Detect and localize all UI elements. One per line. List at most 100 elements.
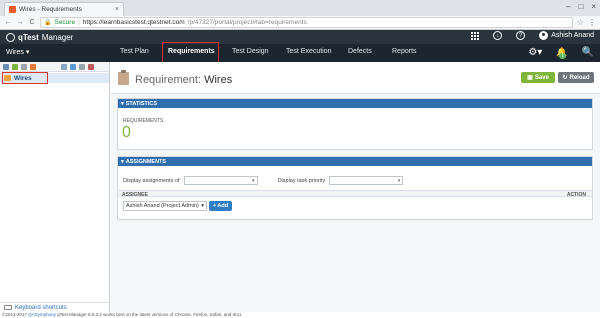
page-title-name: Wires xyxy=(204,74,233,86)
col-action: ACTION xyxy=(566,192,586,198)
delete-icon[interactable] xyxy=(88,63,94,70)
statistics-header[interactable]: ▾ STATISTICS xyxy=(118,99,592,108)
favicon-icon xyxy=(9,6,16,13)
reload-button[interactable]: ↻ Reload xyxy=(558,72,594,83)
tree-toolbar xyxy=(0,62,109,72)
chevron-down-icon: ▾ xyxy=(201,203,204,209)
qtest-logo[interactable]: qTest Manager xyxy=(6,32,74,42)
save-button[interactable]: ▣ Save xyxy=(521,72,555,83)
tab-close-icon[interactable]: × xyxy=(115,6,119,13)
tab-test-plan[interactable]: Test Plan xyxy=(120,48,149,55)
shortcuts-label: Keyboard shortcuts xyxy=(15,304,67,311)
chevron-down-icon: ▾ xyxy=(397,177,401,184)
import-icon[interactable] xyxy=(30,63,36,70)
new-folder-icon[interactable] xyxy=(3,63,9,70)
notification-badge: 1 xyxy=(559,53,567,59)
assignment-table-header: ASSIGNEE ACTION xyxy=(118,190,592,198)
display-priority-select[interactable]: ▾ xyxy=(329,176,404,185)
save-icon: ▣ xyxy=(527,75,533,81)
keyboard-shortcuts-link[interactable]: Keyboard shortcuts xyxy=(0,302,109,312)
main-content: Requirement: Wires ▣ Save ↻ Reload ▾ STA… xyxy=(111,62,600,312)
display-assignments-label: Display assignments of xyxy=(123,177,180,184)
tab-reports[interactable]: Reports xyxy=(392,48,417,55)
refresh-tree-icon[interactable] xyxy=(79,63,85,70)
clipboard-icon xyxy=(118,70,129,85)
back-button[interactable]: ← xyxy=(4,19,12,26)
save-label: Save xyxy=(534,74,549,81)
assignment-filters: Display assignments of ▾ Display task pr… xyxy=(123,176,404,185)
page-title-prefix: Requirement: xyxy=(135,74,202,86)
secure-label: Secure xyxy=(54,19,76,26)
statistics-panel: ▾ STATISTICS REQUIREMENTS 0 xyxy=(117,98,593,150)
user-menu[interactable]: Ashish Anand xyxy=(539,31,594,40)
footer: ©2013-2017 QASymphony qTest Manager 8.5.… xyxy=(0,312,600,318)
browser-tab[interactable]: Wires - Requirements × xyxy=(4,2,124,16)
app-header: qTest Manager ↓ ? Ashish Anand xyxy=(0,30,600,44)
app-grid-icon[interactable] xyxy=(471,31,480,40)
minimize-button[interactable]: – xyxy=(566,2,570,11)
nav-right-icons: ⚙▾ 🔔 1 🔍 xyxy=(528,47,594,59)
chevron-down-icon: ▾ xyxy=(252,177,255,184)
url-host: https://learnbasicstest.qtestnet.com xyxy=(82,19,185,26)
close-window-button[interactable]: × xyxy=(591,2,596,11)
tree-item-highlight xyxy=(2,72,48,84)
footer-copyright: ©2013-2017 xyxy=(2,312,27,317)
avatar xyxy=(539,31,549,40)
tab-test-execution[interactable]: Test Execution xyxy=(286,48,332,55)
logo-manager-text: Manager xyxy=(41,32,74,42)
url-separator: | xyxy=(78,19,80,26)
main-nav: Wires ▾ Test Plan Requirements Test Desi… xyxy=(0,44,600,62)
footer-text: qTest Manager 8.5.3.2 works best on the … xyxy=(55,312,242,317)
display-priority-label: Display task priority xyxy=(277,177,326,184)
tab-test-design[interactable]: Test Design xyxy=(232,48,269,55)
address-bar: ← → C 🔒 Secure | https://learnbasicstest… xyxy=(0,16,600,30)
collapse-arrow-icon: ▾ xyxy=(121,158,124,165)
notification-bell-icon[interactable]: 🔔 1 xyxy=(556,47,568,59)
logo-q-text: qTest xyxy=(18,32,39,42)
display-assignments-select[interactable]: ▾ xyxy=(183,176,258,185)
assignments-panel: ▾ ASSIGNMENTS Display assignments of ▾ D… xyxy=(117,156,593,220)
browser-tab-title: Wires - Requirements xyxy=(19,6,82,13)
collapse-arrow-icon: ▾ xyxy=(121,100,124,107)
expand-icon[interactable] xyxy=(61,63,67,70)
logo-mark-icon xyxy=(6,32,15,42)
user-name: Ashish Anand xyxy=(551,32,594,39)
requirement-tree: Wires xyxy=(0,72,109,302)
download-icon[interactable]: ↓ xyxy=(493,31,503,40)
settings-gear-icon[interactable]: ⚙▾ xyxy=(528,47,542,58)
url-input[interactable]: 🔒 Secure | https://learnbasicstest.qtest… xyxy=(40,17,573,28)
reload-icon: ↻ xyxy=(562,75,568,81)
maximize-button[interactable]: □ xyxy=(578,2,583,11)
add-assignee-button[interactable]: + Add xyxy=(209,201,232,211)
keyboard-icon xyxy=(4,305,12,310)
search-icon[interactable]: 🔍 xyxy=(582,47,594,58)
url-path: /p/47327/portal/project#tab=requirements xyxy=(187,19,307,26)
bookmark-star-icon[interactable]: ☆ xyxy=(577,18,584,27)
add-requirement-icon[interactable] xyxy=(12,63,18,70)
assignee-value: Ashish Anand (Project Admin) xyxy=(126,203,199,209)
lock-icon: 🔒 xyxy=(44,20,52,26)
requirements-tab-highlight xyxy=(162,42,219,63)
statistics-header-label: STATISTICS xyxy=(125,100,158,107)
page-title: Requirement: Wires xyxy=(135,74,232,86)
tree-panel: Wires Keyboard shortcuts xyxy=(0,62,110,312)
tab-defects[interactable]: Defects xyxy=(348,48,372,55)
reload-label: Reload xyxy=(569,74,590,81)
browser-tab-bar: Wires - Requirements × – □ × xyxy=(0,0,600,16)
requirement-header: Requirement: Wires ▣ Save ↻ Reload xyxy=(111,62,600,94)
collapse-icon[interactable] xyxy=(70,63,76,70)
window-controls: – □ × xyxy=(566,2,596,11)
footer-brand-link[interactable]: QASymphony xyxy=(28,312,56,317)
refresh-button[interactable]: C xyxy=(28,19,36,26)
requirements-count-value: 0 xyxy=(122,124,131,141)
forward-button[interactable]: → xyxy=(16,19,24,26)
filter-icon[interactable] xyxy=(21,63,27,70)
assignments-header-label: ASSIGNMENTS xyxy=(125,158,167,165)
browser-menu-icon[interactable]: ⋮ xyxy=(588,18,596,27)
col-assignee: ASSIGNEE xyxy=(122,192,148,198)
help-icon[interactable]: ? xyxy=(516,31,526,40)
project-selector[interactable]: Wires ▾ xyxy=(6,48,29,56)
assignee-select[interactable]: Ashish Anand (Project Admin) ▾ xyxy=(123,201,207,211)
header-icons: ↓ ? Ashish Anand xyxy=(471,31,594,40)
assignments-header[interactable]: ▾ ASSIGNMENTS xyxy=(118,157,592,166)
